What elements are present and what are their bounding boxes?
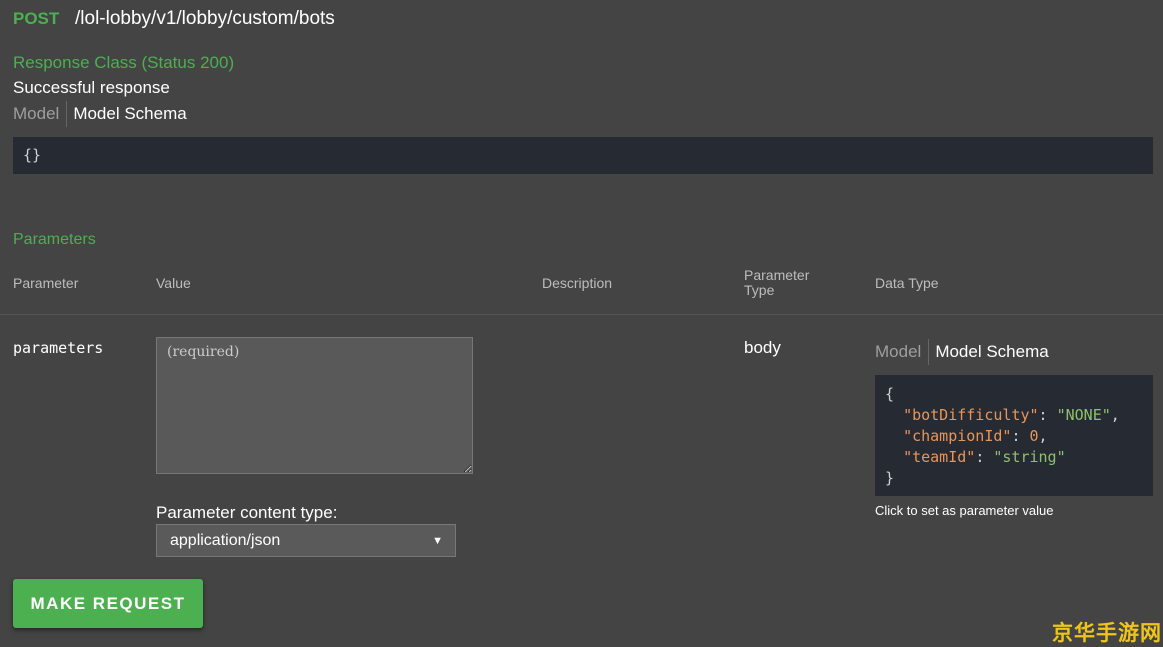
response-description: Successful response	[13, 78, 170, 97]
response-class-heading: Response Class (Status 200)	[13, 53, 235, 72]
parameter-name: parameters	[13, 339, 104, 357]
http-method: POST	[13, 9, 60, 28]
content-type-select[interactable]: application/json ▼	[156, 524, 456, 557]
response-schema-box: {}	[13, 137, 1153, 174]
col-header-description: Description	[542, 275, 613, 291]
datatype-tab-model[interactable]: Model	[875, 339, 930, 365]
col-header-parameter-type-line1: Parameter	[744, 267, 810, 283]
api-operation-panel: POST /lol-lobby/v1/lobby/custom/bots Res…	[0, 0, 1163, 647]
col-header-parameter-type: Parameter Type	[744, 268, 809, 298]
watermark-logo: 京华手游网	[1052, 622, 1162, 645]
col-header-parameter-type-line2: Type	[744, 282, 775, 298]
schema-close-brace: }	[885, 469, 895, 487]
schema-value-bot-difficulty: "NONE"	[1056, 406, 1111, 424]
schema-value-team-id: "string"	[993, 448, 1066, 466]
endpoint-path[interactable]: /lol-lobby/v1/lobby/custom/bots	[75, 8, 335, 30]
response-schema-text: {}	[23, 146, 42, 164]
datatype-model-tabs: Model Model Schema	[875, 339, 1049, 365]
header-divider	[0, 314, 1163, 315]
caret-down-icon: ▼	[432, 534, 443, 547]
col-header-parameter: Parameter	[13, 275, 79, 291]
schema-hint: Click to set as parameter value	[875, 503, 1054, 518]
datatype-tab-model-schema[interactable]: Model Schema	[929, 339, 1048, 365]
col-header-data-type: Data Type	[875, 275, 939, 291]
schema-key-champion-id: "championId"	[903, 427, 1012, 445]
response-tab-model-schema[interactable]: Model Schema	[67, 101, 186, 127]
schema-open-brace: {	[885, 385, 895, 403]
parameters-heading: Parameters	[13, 231, 96, 248]
schema-value-champion-id: 0	[1029, 427, 1039, 445]
col-header-value: Value	[156, 275, 191, 291]
parameter-value-textarea[interactable]	[156, 337, 473, 474]
parameter-type: body	[744, 338, 781, 357]
model-schema-snippet[interactable]: { "botDifficulty": "NONE", "championId":…	[875, 375, 1153, 496]
schema-key-team-id: "teamId"	[903, 448, 976, 466]
schema-key-bot-difficulty: "botDifficulty"	[903, 406, 1039, 424]
content-type-selected: application/json	[170, 531, 281, 549]
response-model-tabs: Model Model Schema	[13, 101, 187, 127]
response-tab-model[interactable]: Model	[13, 101, 68, 127]
make-request-button[interactable]: MAKE REQUEST	[13, 579, 203, 628]
content-type-label: Parameter content type:	[156, 503, 338, 522]
